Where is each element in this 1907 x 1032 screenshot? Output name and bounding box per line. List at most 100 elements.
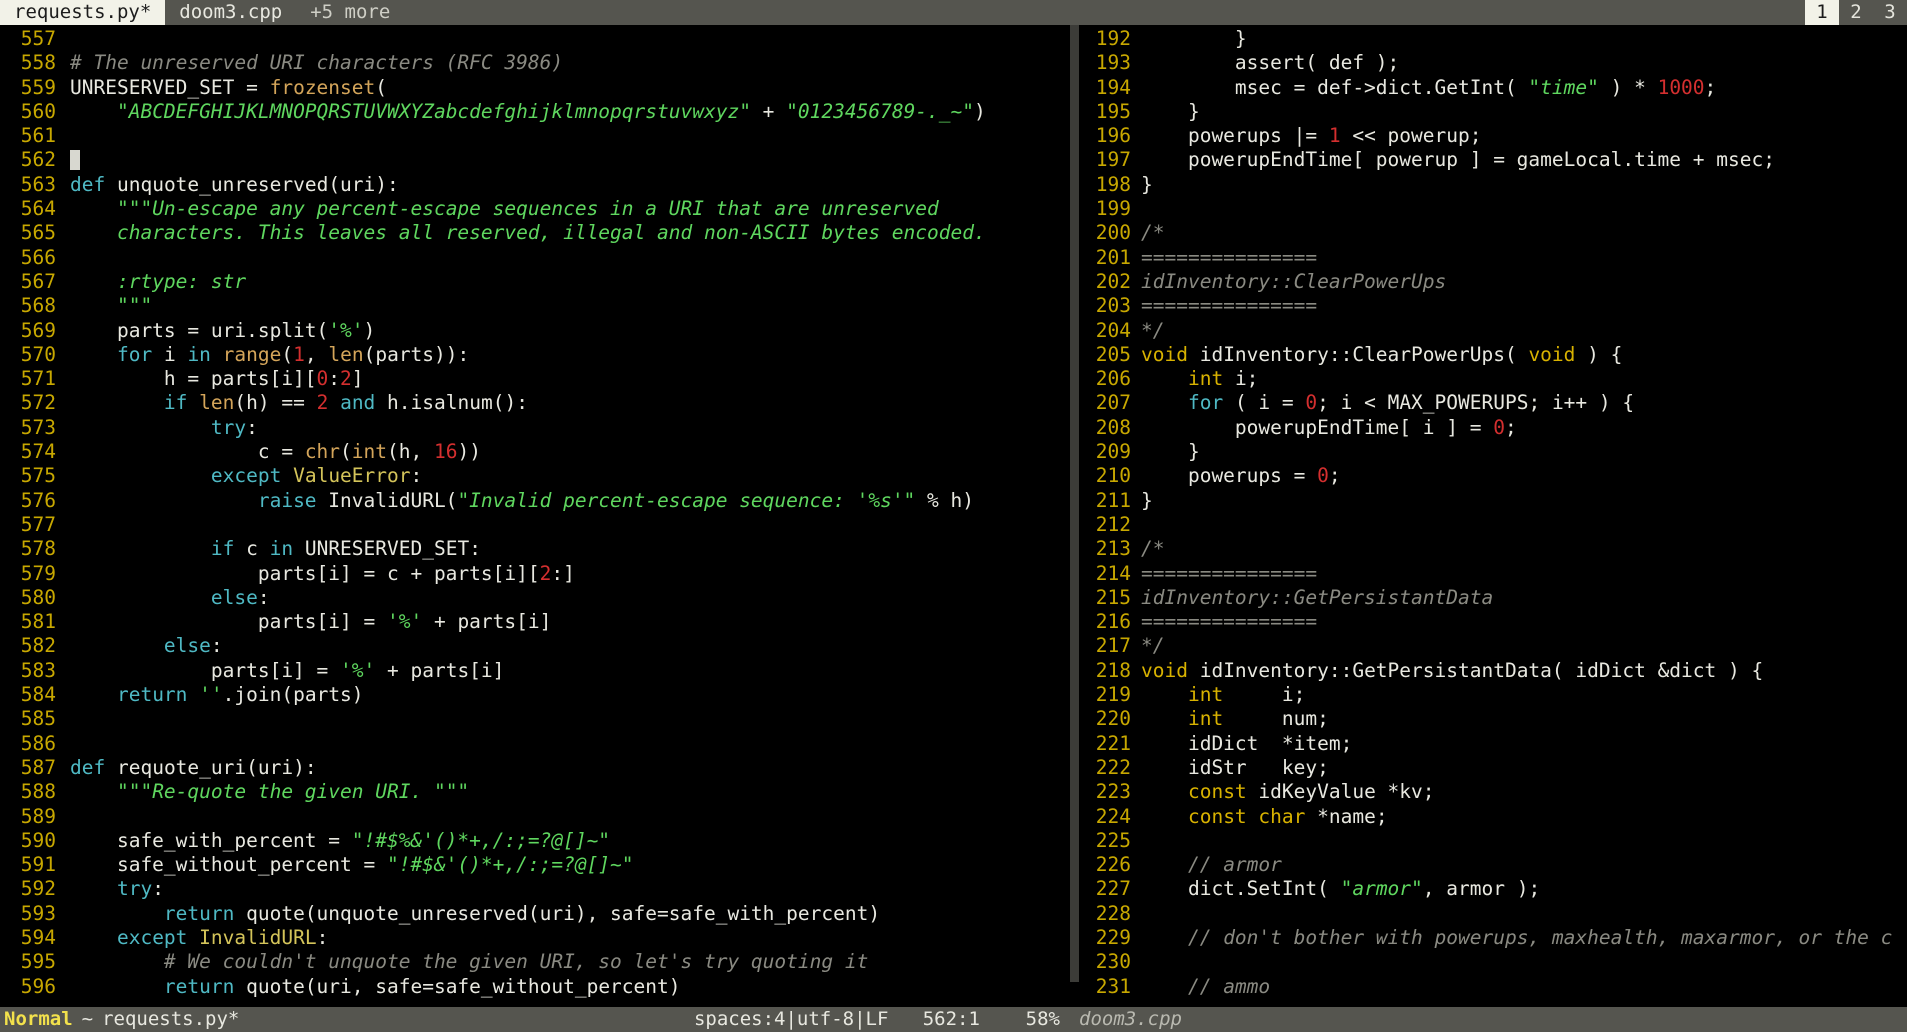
code-content-right[interactable]: 192 } 193 assert( def ); 194 msec = def->d… xyxy=(1070,25,1907,999)
code-line: 219 int i; xyxy=(1079,683,1907,707)
code-line: 594 except InvalidURL: xyxy=(0,926,1070,950)
token-kw: try xyxy=(116,877,153,901)
line-number: 590 xyxy=(20,828,56,852)
token-st: """ xyxy=(116,294,153,318)
token-t: ; xyxy=(1328,464,1341,488)
line-number: 197 xyxy=(1095,148,1131,172)
code-line: 586 xyxy=(0,732,1070,756)
code-line: 569 parts = uri.split('%') xyxy=(0,319,1070,343)
code-content-left[interactable]: 557 558 # The unreserved URI characters (R… xyxy=(0,25,1070,999)
token-t: quote(uri, safe=safe_without_percent) xyxy=(234,974,681,998)
token-t: ; i < MAX_POWERUPS; i++ ) { xyxy=(1317,391,1635,415)
token-st: """Un-escape any percent-escape sequence… xyxy=(116,197,939,221)
code-line: 229 // don't bother with powerups, maxhe… xyxy=(1079,926,1907,950)
token-t: c xyxy=(234,537,270,561)
token-t: } xyxy=(1141,172,1153,196)
code-line: 192 } xyxy=(1079,27,1907,51)
token-t: :] xyxy=(551,561,575,585)
line-number: 560 xyxy=(20,99,56,123)
line-number: 208 xyxy=(1095,415,1131,439)
code-line: 566 xyxy=(0,246,1070,270)
token-fn: unquote_unreserved xyxy=(116,172,329,196)
token-st: "Invalid percent-escape sequence: '%s'" xyxy=(457,488,916,512)
code-line: 222 idStr key; xyxy=(1079,756,1907,780)
token-st: '' xyxy=(199,683,223,707)
token-kw: in xyxy=(269,537,294,561)
line-number: 198 xyxy=(1095,172,1131,196)
token-t: InvalidURL( xyxy=(316,488,458,512)
code-line: 583 parts[i] = '%' + parts[i] xyxy=(0,659,1070,683)
token-t: << powerup; xyxy=(1340,124,1482,148)
code-line: 218 void idInventory::GetPersistantData( … xyxy=(1079,659,1907,683)
code-line: 211} xyxy=(1079,489,1907,513)
token-t xyxy=(1141,805,1188,828)
token-t: parts = uri.split( xyxy=(70,318,329,342)
line-number: 563 xyxy=(20,172,56,196)
tab-0[interactable]: requests.py* xyxy=(0,0,166,25)
token-cm: */ xyxy=(1141,318,1165,342)
token-st: "!#$&'()*+,/:;=?@[]~" xyxy=(386,853,634,877)
token-st: :rtype: str xyxy=(116,269,247,293)
token-t: : xyxy=(316,925,329,949)
token-t: } xyxy=(1141,488,1153,512)
token-nu: 0 xyxy=(316,367,329,391)
token-t: idKeyValue *kv; xyxy=(1246,780,1435,804)
line-number: 584 xyxy=(20,683,56,707)
token-t: idStr key; xyxy=(1141,755,1329,779)
line-number: 223 xyxy=(1095,780,1131,804)
code-line: 581 parts[i] = '%' + parts[i] xyxy=(0,610,1070,634)
token-kw: def xyxy=(70,172,106,196)
pane-left-requests-py[interactable]: 557 558 # The unreserved URI characters (R… xyxy=(0,25,1070,1007)
code-line: 579 parts[i] = c + parts[i][2:] xyxy=(0,562,1070,586)
code-line: 584 return ''.join(parts) xyxy=(0,683,1070,707)
token-t: : xyxy=(257,585,270,609)
code-line: 208 powerupEndTime[ i ] = 0; xyxy=(1079,416,1907,440)
token-t xyxy=(187,391,199,414)
token-t: idInventory::ClearPowerUps( xyxy=(1187,342,1529,366)
tab-1[interactable]: doom3.cpp xyxy=(165,0,296,25)
code-line: 223 const idKeyValue *kv; xyxy=(1079,780,1907,804)
line-number: 192 xyxy=(1095,27,1131,50)
pane-right-doom3-cpp[interactable]: 192 } 193 assert( def ); 194 msec = def->d… xyxy=(1070,25,1907,1007)
token-t: num; xyxy=(1223,707,1329,731)
line-number: 583 xyxy=(20,658,56,682)
window-number-3[interactable]: 3 xyxy=(1873,0,1907,25)
code-line: 568 """ xyxy=(0,294,1070,318)
token-t xyxy=(1141,707,1188,730)
window-number-2[interactable]: 2 xyxy=(1839,0,1873,25)
token-t xyxy=(70,950,164,973)
code-line: 559 UNRESERVED_SET = frozenset( xyxy=(0,76,1070,100)
token-nu: 2 xyxy=(340,367,352,391)
token-st: '%' xyxy=(340,658,376,682)
token-t xyxy=(1247,805,1259,828)
token-st: "armor" xyxy=(1340,877,1423,901)
line-number: 217 xyxy=(1095,634,1131,658)
token-t: idInventory::GetPersistantData( idDict &… xyxy=(1187,658,1764,682)
token-t: ; xyxy=(1504,415,1517,439)
token-ty: void xyxy=(1141,342,1188,366)
line-number: 593 xyxy=(20,901,56,925)
line-number: 211 xyxy=(1095,488,1131,512)
line-number: 230 xyxy=(1095,950,1131,974)
code-line: 587 def requote_uri(uri): xyxy=(0,756,1070,780)
token-t: *name; xyxy=(1305,804,1388,828)
token-cm: =============== xyxy=(1141,294,1318,318)
line-number: 573 xyxy=(20,415,56,439)
code-line: 228 xyxy=(1079,902,1907,926)
line-number: 595 xyxy=(20,950,56,974)
token-t xyxy=(105,756,117,779)
code-line: 193 assert( def ); xyxy=(1079,51,1907,75)
token-kw: try xyxy=(210,415,247,439)
token-cm: idInventory::GetPersistantData xyxy=(1141,585,1494,609)
line-number: 571 xyxy=(20,367,56,391)
window-number-1[interactable]: 1 xyxy=(1805,0,1839,25)
token-kw: return xyxy=(163,974,235,998)
token-t xyxy=(187,926,199,949)
token-t xyxy=(70,586,211,609)
text-cursor xyxy=(70,150,80,171)
tab-2[interactable]: +5 more xyxy=(296,0,404,25)
token-t: UNRESERVED_SET = xyxy=(70,75,270,99)
token-t xyxy=(70,877,117,900)
token-t: powerups = xyxy=(1141,464,1318,488)
token-t: ( xyxy=(281,342,294,366)
